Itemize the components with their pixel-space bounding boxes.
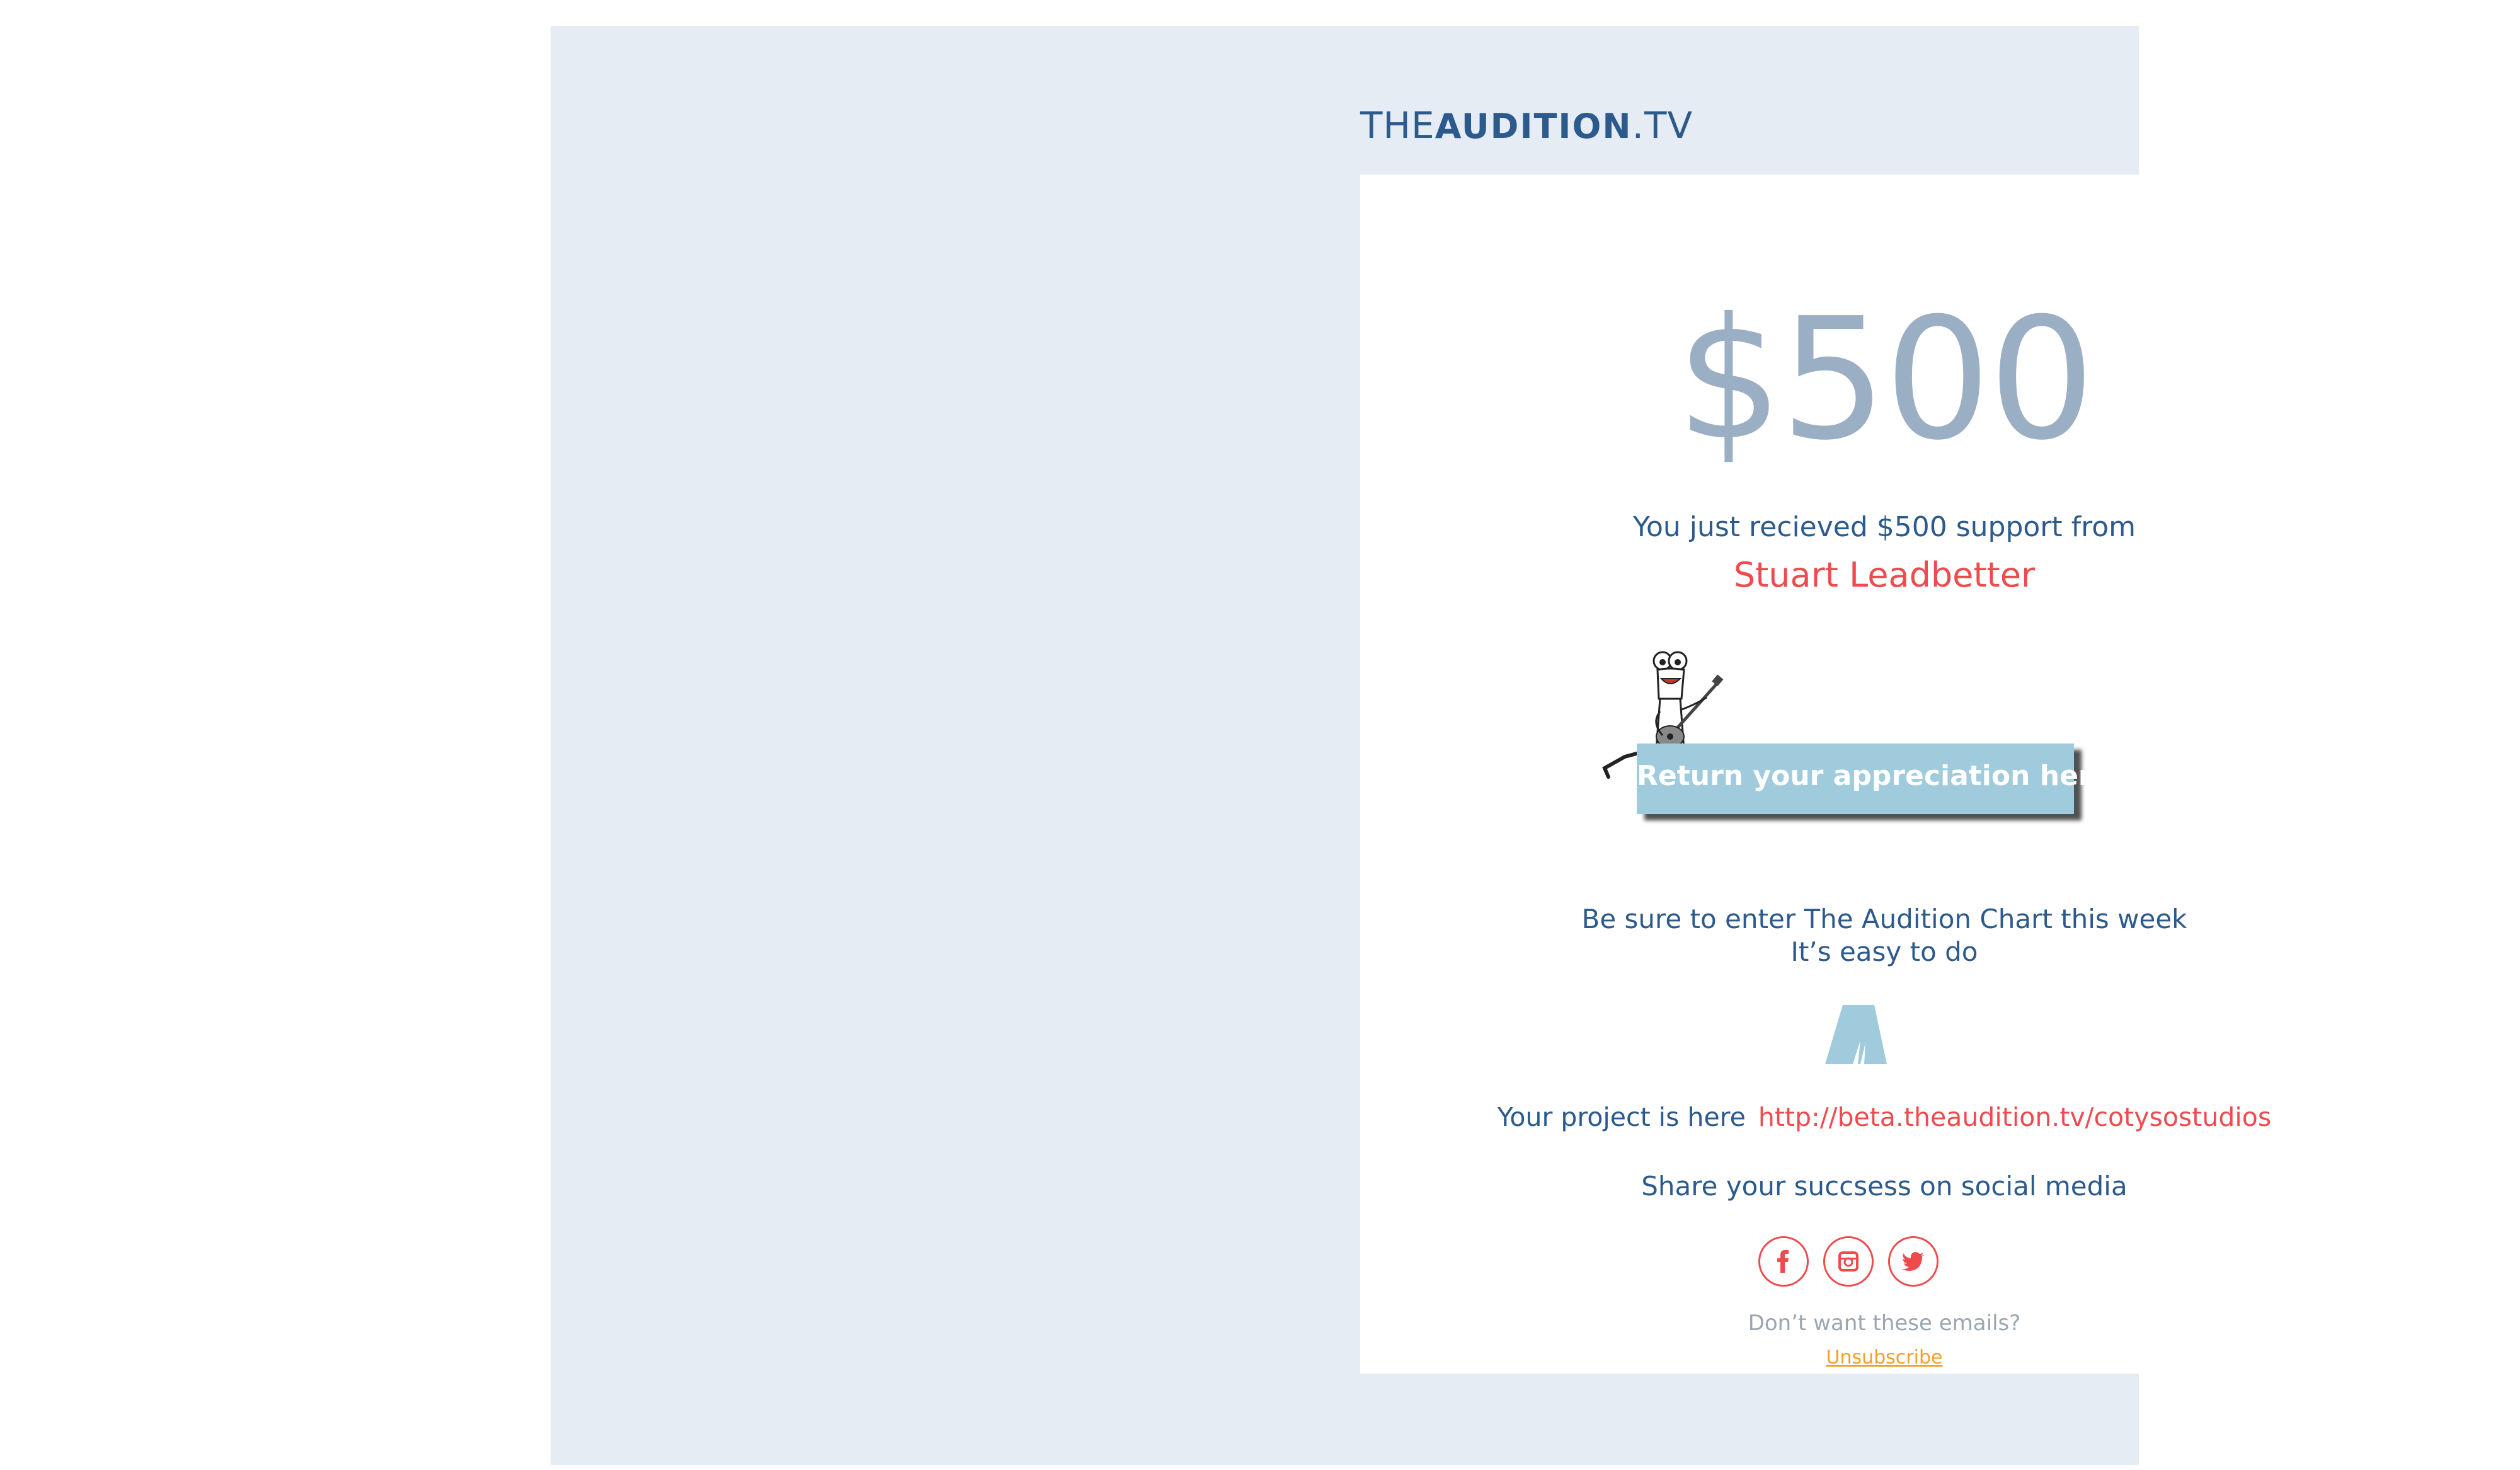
- facebook-icon: [1777, 1250, 1789, 1273]
- unsubscribe-prompt: Don’t want these emails?: [1748, 1311, 2021, 1336]
- support-amount: $500: [1676, 282, 2095, 477]
- chart-easy-text: It’s easy to do: [1790, 936, 1978, 967]
- project-link-row: Your project is here http://beta.theaudit…: [1360, 1100, 2408, 1135]
- chart-reminder-text: Be sure to enter The Audition Chart this…: [1581, 904, 2187, 934]
- twitter-icon: [1902, 1252, 1925, 1271]
- logo-main: AUDITION: [1435, 106, 1632, 146]
- theaudition-logo[interactable]: THEAUDITION.TV: [1360, 104, 1693, 147]
- instagram-button[interactable]: [1823, 1236, 1874, 1287]
- project-url-link[interactable]: http://beta.theaudition.tv/cotysostudios: [1758, 1102, 2271, 1132]
- project-label: Your project is here: [1497, 1102, 1746, 1132]
- logo-prefix: THE: [1360, 104, 1435, 147]
- unsubscribe-link[interactable]: Unsubscribe: [1826, 1347, 1943, 1369]
- instagram-icon: [1838, 1251, 1858, 1272]
- email-card: $500 You just recieved $500 support from…: [1360, 175, 2408, 1374]
- audition-a-logo-icon[interactable]: [1821, 1005, 1891, 1068]
- received-message: You just recieved $500 support from: [1632, 511, 2136, 543]
- sender-name: Stuart Leadbetter: [1733, 555, 2036, 595]
- logo-suffix: .TV: [1632, 104, 1693, 147]
- twitter-button[interactable]: [1888, 1236, 1939, 1287]
- facebook-button[interactable]: [1758, 1236, 1809, 1287]
- unsubscribe-row: Unsubscribe: [1360, 1345, 2408, 1370]
- social-links: [1758, 1236, 1960, 1289]
- return-appreciation-button[interactable]: Return your appreciation here: [1637, 744, 2110, 814]
- email-background: THEAUDITION.TV $500 You just recieved $5…: [551, 26, 2408, 1465]
- share-prompt: Share your succsess on social media: [1641, 1171, 2128, 1202]
